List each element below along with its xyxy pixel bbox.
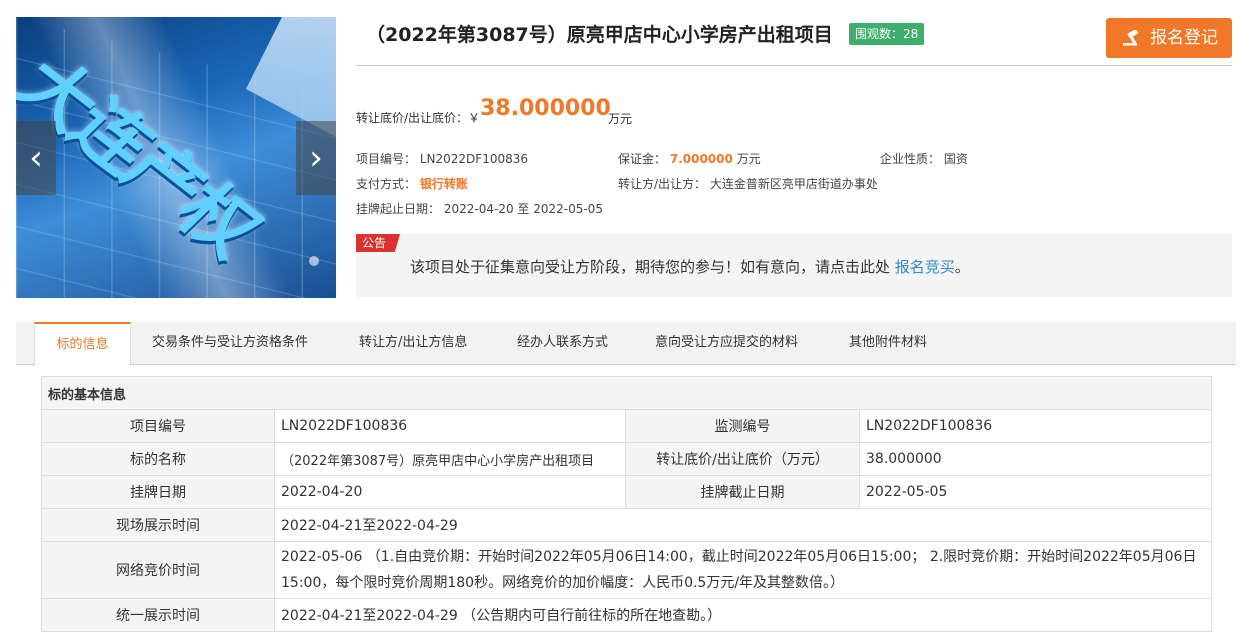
transferor-label: 转让方/出让方： bbox=[618, 177, 707, 191]
carousel-next-button[interactable]: › bbox=[296, 121, 336, 195]
table-cell-label: 监测编号 bbox=[625, 409, 860, 443]
table-cell-label: 转让底价/出让底价（万元） bbox=[625, 442, 860, 476]
table-cell-value: 2022-05-05 bbox=[858, 475, 1213, 509]
table-row: 统一展示时间 2022-04-21至2022-04-29 （公告期内可自行前往标… bbox=[41, 598, 1213, 632]
table-cell-value: LN2022DF100836 bbox=[274, 409, 626, 443]
table-section-title: 标的基本信息 bbox=[40, 376, 1213, 410]
table-cell-label: 网络竞价时间 bbox=[41, 541, 275, 599]
enterprise-info: 企业性质： 国资 bbox=[880, 150, 968, 167]
table-cell-value: 38.000000 bbox=[858, 442, 1213, 476]
tab-transferor-info[interactable]: 转让方/出让方信息 bbox=[359, 322, 467, 364]
tab-target-info[interactable]: 标的信息 bbox=[34, 322, 131, 366]
register-button-label: 报名登记 bbox=[1150, 28, 1218, 48]
enterprise-value: 国资 bbox=[943, 152, 968, 166]
table-cell-label: 现场展示时间 bbox=[41, 508, 275, 542]
listing-dates-label: 挂牌起止日期： bbox=[356, 202, 441, 216]
transferor-value: 大连金普新区亮甲店街道办事处 bbox=[709, 177, 878, 191]
announcement-box: 公告 该项目处于征集意向受让方阶段，期待您的参与！如有意向，请点击此处 报名竞买… bbox=[356, 234, 1232, 297]
tab-required-materials[interactable]: 意向受让方应提交的材料 bbox=[655, 322, 798, 364]
enterprise-label: 企业性质： bbox=[880, 152, 941, 166]
chevron-right-icon: › bbox=[309, 138, 323, 178]
announcement-message: 该项目处于征集意向受让方阶段，期待您的参与！如有意向，请点击此处 报名竞买。 bbox=[410, 256, 970, 277]
announcement-tag: 公告 bbox=[356, 234, 401, 252]
carousel-prev-button[interactable]: ‹ bbox=[16, 121, 56, 195]
payment-info: 支付方式： 银行转账 bbox=[356, 175, 468, 192]
deposit-info: 保证金： 7.000000 万元 bbox=[618, 150, 761, 167]
table-cell-value: LN2022DF100836 bbox=[858, 409, 1213, 443]
table-cell-value: 2022-04-21至2022-04-29 （公告期内可自行前往标的所在地查勘。… bbox=[273, 598, 1213, 632]
page-title: （2022年第3087号）原亮甲店中心小学房产出租项目 bbox=[366, 24, 833, 46]
transferor-info: 转让方/出让方： 大连金普新区亮甲店街道办事处 bbox=[618, 175, 878, 192]
chevron-left-icon: ‹ bbox=[29, 138, 43, 178]
announcement-suffix: 。 bbox=[954, 258, 970, 276]
project-number-info: 项目编号： LN2022DF100836 bbox=[356, 150, 528, 167]
price-value: 38.000000 bbox=[480, 96, 611, 121]
basic-info-table: 标的基本信息 项目编号 LN2022DF100836 监测编号 LN2022DF… bbox=[40, 376, 1213, 632]
table-cell-label: 标的名称 bbox=[41, 442, 275, 476]
views-badge: 围观数：28 bbox=[849, 23, 925, 45]
table-row: 挂牌日期 2022-04-20 挂牌截止日期 2022-05-05 bbox=[41, 475, 1213, 509]
price-unit: 万元 bbox=[608, 112, 633, 126]
listing-dates-value: 2022-04-20 至 2022-05-05 bbox=[443, 202, 603, 216]
deposit-label: 保证金： bbox=[618, 152, 667, 166]
table-row: 网络竞价时间 2022-05-06 （1.自由竞价期：开始时间2022年05月0… bbox=[41, 541, 1213, 599]
register-button[interactable]: 报名登记 bbox=[1106, 18, 1232, 58]
gavel-icon bbox=[1123, 30, 1138, 46]
carousel-indicator-dot[interactable] bbox=[309, 256, 319, 266]
table-row: 标的名称 （2022年第3087号）原亮甲店中心小学房产出租项目 转让底价/出让… bbox=[41, 442, 1213, 476]
project-number-label: 项目编号： bbox=[356, 152, 417, 166]
table-cell-label: 项目编号 bbox=[41, 409, 275, 443]
table-section-row: 标的基本信息 bbox=[40, 376, 1213, 410]
table-cell-value: 2022-05-06 （1.自由竞价期：开始时间2022年05月06日14:00… bbox=[273, 541, 1213, 599]
table-cell-label: 统一展示时间 bbox=[41, 598, 275, 632]
deposit-unit: 万元 bbox=[736, 152, 761, 166]
payment-value: 银行转账 bbox=[419, 177, 468, 191]
table-cell-value: 2022-04-21至2022-04-29 bbox=[273, 508, 1213, 542]
tab-trade-conditions[interactable]: 交易条件与受让方资格条件 bbox=[152, 322, 308, 364]
bid-register-link[interactable]: 报名竞买 bbox=[895, 258, 955, 276]
deposit-value: 7.000000 bbox=[669, 152, 733, 166]
tab-attachments[interactable]: 其他附件材料 bbox=[849, 322, 927, 364]
project-number-value: LN2022DF100836 bbox=[419, 152, 528, 166]
image-carousel[interactable]: 大连产权 ‹ › bbox=[16, 17, 336, 298]
table-cell-value: 2022-04-20 bbox=[274, 475, 626, 509]
price-label: 转让底价/出让底价：￥ bbox=[356, 111, 481, 125]
table-row: 项目编号 LN2022DF100836 监测编号 LN2022DF100836 bbox=[41, 409, 1213, 443]
title-divider bbox=[356, 65, 1232, 66]
tab-contact[interactable]: 经办人联系方式 bbox=[517, 322, 608, 364]
table-cell-label: 挂牌日期 bbox=[41, 475, 275, 509]
detail-tabs: 标的信息 交易条件与受让方资格条件 转让方/出让方信息 经办人联系方式 意向受让… bbox=[16, 322, 1236, 366]
table-row: 现场展示时间 2022-04-21至2022-04-29 bbox=[41, 508, 1213, 542]
announcement-text: 该项目处于征集意向受让方阶段，期待您的参与！如有意向，请点击此处 bbox=[410, 258, 895, 276]
listing-dates-info: 挂牌起止日期： 2022-04-20 至 2022-05-05 bbox=[356, 200, 603, 217]
table-cell-label: 挂牌截止日期 bbox=[625, 475, 860, 509]
payment-label: 支付方式： bbox=[356, 177, 417, 191]
table-cell-value: （2022年第3087号）原亮甲店中心小学房产出租项目 bbox=[274, 442, 626, 476]
